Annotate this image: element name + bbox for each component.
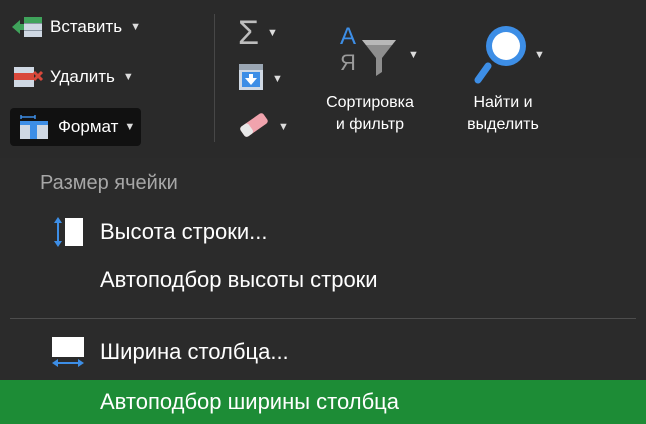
clear-dropdown-arrow-icon[interactable]: ▼ — [278, 121, 289, 133]
fill-down-icon — [238, 63, 264, 96]
menu-item-autofit-row-height[interactable]: Автоподбор высоты строки — [0, 258, 646, 302]
sort-letter-ya: Я — [340, 50, 356, 75]
find-select-label-line2: выделить — [467, 116, 539, 133]
clear-button[interactable]: ▼ — [238, 110, 289, 144]
sort-filter-label-line1: Сортировка — [326, 94, 414, 111]
menu-item-label: Автоподбор ширины столбца — [100, 389, 400, 414]
fill-button[interactable]: ▼ — [238, 62, 283, 96]
row-height-icon — [48, 215, 90, 249]
eraser-icon — [238, 112, 270, 143]
menu-item-autofit-column-width[interactable]: Автоподбор ширины столбца — [0, 380, 646, 424]
find-select-dropdown-arrow-icon[interactable]: ▼ — [534, 44, 545, 66]
sort-filter-dropdown-arrow-icon[interactable]: ▼ — [408, 44, 419, 66]
menu-item-row-height[interactable]: Высота строки... — [0, 210, 646, 254]
format-cells-icon — [18, 114, 52, 140]
delete-dropdown-arrow-icon[interactable]: ▼ — [123, 71, 134, 83]
insert-dropdown-arrow-icon[interactable]: ▼ — [130, 21, 141, 33]
insert-label: Вставить — [50, 17, 123, 36]
menu-item-label: Ширина столбца... — [100, 339, 289, 364]
sort-filter-label-line2: и фильтр — [335, 116, 405, 133]
sort-filter-button[interactable]: А Я ▼ Сортировка и фильтр — [314, 22, 426, 136]
menu-item-label: Автоподбор высоты строки — [100, 267, 378, 292]
ribbon-separator — [214, 14, 215, 142]
delete-button[interactable]: Удалить ▼ — [10, 62, 134, 92]
sort-filter-icon: А Я ▼ — [314, 22, 426, 92]
format-menu: Размер ячейки Высота строки... Автоподбо… — [0, 158, 646, 424]
menu-divider — [10, 318, 636, 319]
autosum-dropdown-arrow-icon[interactable]: ▼ — [267, 27, 278, 39]
find-select-label-line1: Найти и — [473, 94, 533, 111]
find-select-button[interactable]: ▼ Найти и выделить — [448, 22, 558, 136]
autosum-button[interactable]: Σ ▼ — [238, 16, 278, 50]
ribbon: Вставить ▼ Удалить ▼ Формат ▼ Σ ▼ ▼ ▼ А … — [0, 0, 646, 158]
format-button[interactable]: Формат ▼ — [10, 108, 142, 146]
find-select-icon: ▼ — [448, 22, 558, 92]
delete-cells-icon — [10, 64, 44, 90]
delete-label: Удалить — [50, 67, 115, 86]
insert-cells-icon — [10, 14, 44, 40]
menu-item-column-width[interactable]: Ширина столбца... — [0, 330, 646, 374]
insert-button[interactable]: Вставить ▼ — [10, 12, 141, 42]
cell-size-heading: Размер ячейки — [40, 172, 178, 194]
format-label: Формат — [58, 117, 119, 136]
sort-letter-a: А — [340, 23, 357, 50]
menu-item-label: Высота строки... — [100, 219, 268, 244]
autosum-icon: Σ — [238, 14, 260, 52]
fill-dropdown-arrow-icon[interactable]: ▼ — [272, 73, 283, 85]
format-dropdown-arrow-icon[interactable]: ▼ — [124, 121, 135, 133]
column-width-icon — [48, 335, 90, 369]
